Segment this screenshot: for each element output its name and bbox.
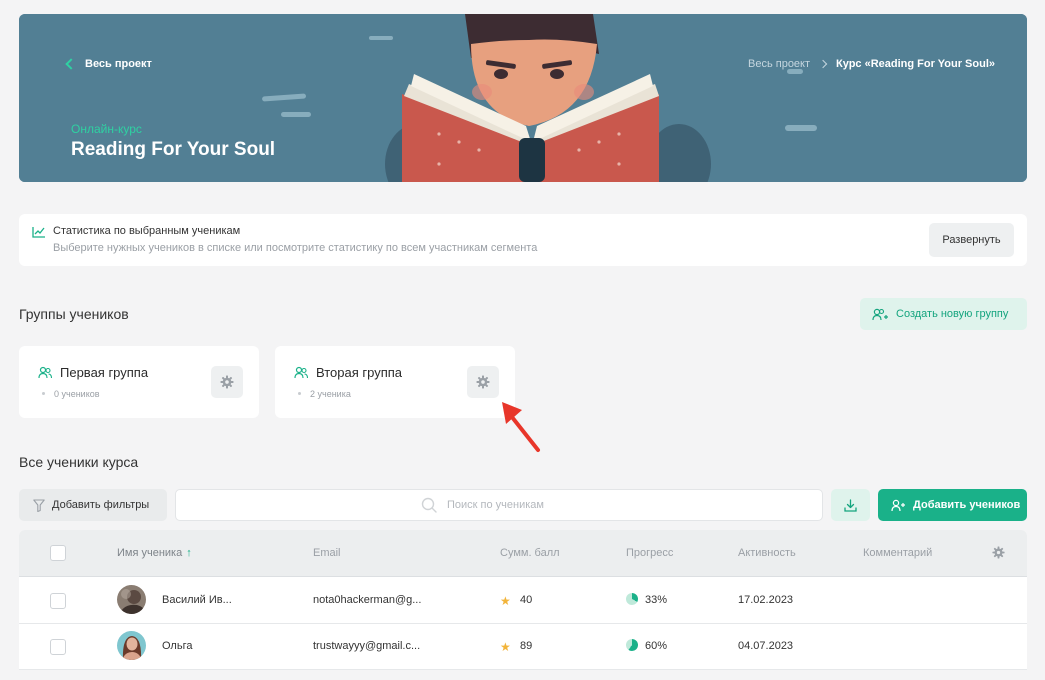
search-icon [421,497,437,513]
student-progress: 60% [645,640,668,652]
chevron-right-icon [818,59,828,69]
student-email: trustwayyy@gmail.c... [313,640,421,652]
search-input[interactable] [447,499,577,511]
col-activity-header[interactable]: Активность [738,547,796,559]
chart-line-icon [32,227,45,238]
add-filters-label: Добавить фильтры [52,499,150,511]
breadcrumb-course: Курс «Reading For Your Soul» [836,58,995,70]
col-email-header[interactable]: Email [313,547,341,559]
gear-icon [220,375,234,389]
group-count: 0 учеников [54,389,100,399]
student-activity: 04.07.2023 [738,640,794,652]
star-icon: ★ [500,594,511,608]
expand-button[interactable]: Развернуть [929,223,1014,257]
course-type-label: Онлайн-курс [71,122,142,136]
chevron-left-icon [65,58,77,70]
stats-title: Статистика по выбранным ученикам [53,225,241,237]
row-checkbox[interactable] [50,639,66,655]
student-name[interactable]: Василий Ив... [162,594,232,606]
col-name-header[interactable]: Имя ученика ↑ [117,547,192,559]
page-title: Reading For Your Soul [71,139,276,160]
back-to-project-link[interactable]: Весь проект [65,58,152,70]
table-header: Имя ученика ↑ Email Сумм. балл Прогресс А… [19,530,1027,577]
progress-pie-icon [626,593,638,605]
col-comment-header[interactable]: Комментарий [863,547,932,559]
students-table: Имя ученика ↑ Email Сумм. балл Прогресс А… [19,530,1027,670]
students-heading: Все ученики курса [19,454,139,470]
bullet-dot [42,392,45,395]
group-card[interactable]: Вторая группа 2 ученика [275,346,515,418]
star-icon: ★ [500,640,511,654]
add-users-icon [872,308,888,320]
filter-icon [33,498,45,512]
student-score: 40 [520,594,533,606]
progress-pie-icon [626,639,638,651]
col-score-header[interactable]: Сумм. балл [500,547,560,559]
back-link-label: Весь проект [85,58,152,70]
table-settings-gear-icon[interactable] [992,546,1005,559]
download-icon [844,498,857,512]
stats-subtitle: Выберите нужных учеников в списке или по… [53,242,538,254]
table-row[interactable]: Василий Ив... nota0hackerman@g... ★ 40 3… [19,578,1027,624]
breadcrumb: Весь проект Курс «Reading For Your Soul» [748,58,995,70]
breadcrumb-project[interactable]: Весь проект [748,58,810,70]
student-activity: 17.02.2023 [738,594,794,606]
annotation-arrow-icon [502,402,540,452]
group-settings-button[interactable] [211,366,243,398]
student-email: nota0hackerman@g... [313,594,422,606]
course-banner: Весь проект Весь проект Курс «Reading Fo… [19,14,1027,182]
search-box [175,489,823,521]
add-students-label: Добавить учеников [913,499,1021,511]
student-name[interactable]: Ольга [162,640,192,652]
create-group-label: Создать новую группу [896,308,1009,320]
bullet-dot [298,392,301,395]
group-card[interactable]: Первая группа 0 учеников [19,346,259,418]
group-count: 2 ученика [310,389,351,399]
col-progress-header[interactable]: Прогресс [626,547,673,559]
group-name: Первая группа [60,365,149,380]
select-all-checkbox[interactable] [50,545,66,561]
student-progress: 33% [645,594,668,606]
col-name-label: Имя ученика [117,547,183,559]
student-score: 89 [520,640,533,652]
group-icon [294,366,308,379]
row-checkbox[interactable] [50,593,66,609]
avatar [117,631,146,660]
add-user-icon [891,499,905,511]
add-filters-button[interactable]: Добавить фильтры [19,489,167,521]
groups-heading: Группы учеников [19,306,129,322]
avatar [117,585,146,614]
stats-panel: Статистика по выбранным ученикам Выберит… [19,214,1027,266]
group-icon [38,366,52,379]
add-students-button[interactable]: Добавить учеников [878,489,1027,521]
table-row[interactable]: Ольга trustwayyy@gmail.c... ★ 89 60% 04.… [19,624,1027,670]
group-settings-button[interactable] [467,366,499,398]
download-button[interactable] [831,489,870,521]
create-group-button[interactable]: Создать новую группу [860,298,1027,330]
gear-icon [476,375,490,389]
sort-arrow-icon: ↑ [186,547,192,559]
group-name: Вторая группа [316,365,403,380]
